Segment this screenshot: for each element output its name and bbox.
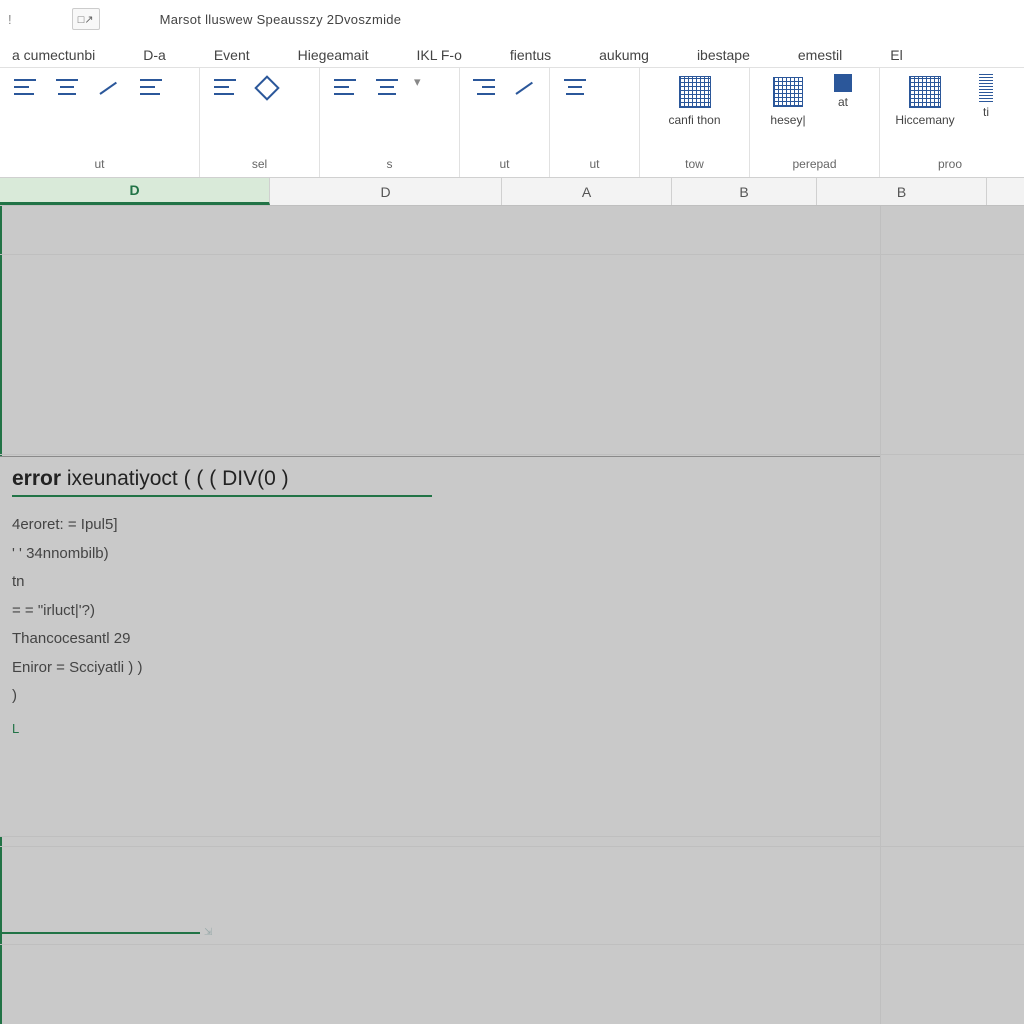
error-line: Thancocesantl 29 (12, 625, 868, 654)
small-button[interactable]: at (828, 74, 858, 109)
ribbon-group-label: sel (210, 157, 309, 175)
ribbon-tab[interactable]: ibestape (691, 43, 756, 67)
column-header[interactable]: B (817, 178, 987, 205)
ribbon-tab[interactable]: aukumg (593, 43, 655, 67)
align-justify-icon[interactable] (136, 74, 166, 100)
ribbon-group-label: ut (470, 157, 539, 175)
qat-button[interactable]: □↗ (72, 8, 100, 30)
cell-styles-button[interactable]: Hiccemany (890, 74, 960, 127)
ribbon-group-label: proo (890, 157, 1010, 175)
error-line: 4eroret: = Ipul5] (12, 511, 868, 540)
column-header[interactable]: D (0, 178, 270, 205)
ribbon-tab[interactable]: a cumectunbi (6, 43, 101, 67)
title-underline (12, 495, 432, 497)
ribbon-tab[interactable]: El (884, 43, 908, 67)
ribbon-tab[interactable]: fientus (504, 43, 557, 67)
align-left-icon[interactable] (330, 74, 360, 100)
ribbon-tab[interactable]: D-a (137, 43, 172, 67)
align-center-icon[interactable] (372, 74, 402, 100)
button-label: hesey| (770, 113, 805, 127)
ribbon-tab[interactable]: emestil (792, 43, 848, 67)
align-icon[interactable] (560, 74, 590, 100)
ribbon-tab[interactable]: IKL F-o (410, 43, 467, 67)
error-expression: ixeunatiyoct ( ( ( DIV(0 ) (67, 467, 289, 490)
button-label: Hiccemany (895, 113, 954, 127)
ribbon-group-alignment-1: ut (0, 68, 200, 177)
align-icon[interactable] (210, 74, 240, 100)
diagonal-icon[interactable] (94, 74, 124, 100)
row-divider (0, 944, 1024, 945)
button-label: canfi thon (668, 113, 720, 127)
error-body: 4eroret: = Ipul5] ' ' 34nnombilb) tn = =… (12, 511, 868, 711)
column-header[interactable]: B (672, 178, 817, 205)
ribbon-tab[interactable]: Event (208, 43, 256, 67)
quick-access-toolbar: □↗ (72, 8, 100, 30)
spreadsheet-grid[interactable]: error ixeunatiyoct ( ( ( DIV(0 ) 4eroret… (0, 206, 1024, 1024)
align-right-icon[interactable] (470, 74, 499, 100)
error-line: = = "irluct|'?) (12, 597, 868, 626)
ribbon: ut sel ▾ s ut ut canfi th (0, 68, 1024, 178)
error-line: tn (12, 568, 868, 597)
column-divider (880, 206, 881, 1024)
ribbon-group-format: hesey| at perepad (750, 68, 880, 177)
ribbon-group-3: ▾ s (320, 68, 460, 177)
error-line: Eniror = Scciyatli ) ) (12, 654, 868, 683)
title-bar: ! □↗ Marsot lluswew Speausszy 2Dvoszmide (0, 0, 1024, 38)
row-divider (0, 254, 1024, 255)
align-left-icon[interactable] (10, 74, 40, 100)
ribbon-group-label: perepad (760, 157, 869, 175)
ribbon-group-label: tow (650, 157, 739, 175)
format-table-button[interactable]: hesey| (760, 74, 816, 127)
ribbon-group-5: ut (550, 68, 640, 177)
selection-edge (0, 932, 200, 934)
column-header[interactable]: D (270, 178, 502, 205)
document-title: Marsot lluswew Speausszy 2Dvoszmide (160, 12, 402, 27)
row-divider (0, 846, 1024, 847)
ribbon-group-label: ut (560, 157, 629, 175)
ribbon-group-label: ut (10, 157, 189, 175)
ribbon-group-label: s (330, 157, 449, 175)
button-label: at (838, 95, 848, 109)
formula-error-panel: error ixeunatiyoct ( ( ( DIV(0 ) 4eroret… (0, 456, 880, 837)
error-line: ' ' 34nnombilb) (12, 540, 868, 569)
row-divider (0, 454, 1024, 455)
diagonal-icon[interactable] (511, 74, 540, 100)
align-center-icon[interactable] (52, 74, 82, 100)
ribbon-group-cells: Hiccemany ti proo (880, 68, 1020, 177)
button-label: ti (983, 105, 989, 119)
fill-icon[interactable] (252, 74, 282, 100)
ribbon-group-4: ut (460, 68, 550, 177)
ribbon-tab-strip: a cumectunbi D-a Event Hiegeamait IKL F-… (0, 38, 1024, 68)
ribbon-group-conditional: canfi thon tow (640, 68, 750, 177)
column-header-row: D D A B B (0, 178, 1024, 206)
error-keyword: error (12, 467, 67, 490)
column-header[interactable]: A (502, 178, 672, 205)
conditional-formatting-button[interactable]: canfi thon (664, 74, 726, 127)
ribbon-group-2: sel (200, 68, 320, 177)
cursor-indicator: L (12, 721, 868, 736)
resize-handle-icon[interactable]: ⇲ (204, 927, 212, 938)
error-line: ) (12, 682, 868, 711)
ribbon-tab[interactable]: Hiegeamait (292, 43, 375, 67)
small-button[interactable]: ti (972, 74, 1000, 119)
error-title: error ixeunatiyoct ( ( ( DIV(0 ) (12, 467, 868, 491)
